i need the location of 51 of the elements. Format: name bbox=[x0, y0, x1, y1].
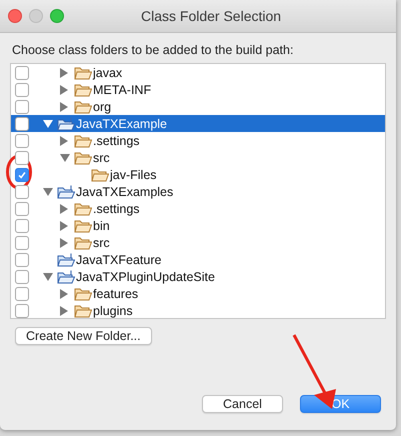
expand-arrow-icon[interactable] bbox=[60, 288, 68, 298]
checkbox[interactable] bbox=[15, 270, 29, 284]
checkbox[interactable] bbox=[15, 218, 29, 232]
folder-name: javax bbox=[93, 66, 122, 80]
expand-arrow-icon[interactable] bbox=[60, 220, 68, 230]
folder-name: META-INF bbox=[93, 82, 152, 96]
folder-name: features bbox=[93, 286, 138, 300]
folder-name: JavaTXExamples bbox=[76, 184, 174, 198]
checkbox[interactable] bbox=[15, 134, 29, 148]
folder-name: jav-Files bbox=[110, 168, 157, 182]
expand-arrow-icon[interactable] bbox=[60, 136, 68, 146]
window-title: Class Folder Selection bbox=[141, 8, 282, 24]
checkbox[interactable] bbox=[15, 202, 29, 216]
folder-name: JavaTXPluginUpdateSite bbox=[76, 270, 215, 284]
collapse-arrow-icon[interactable] bbox=[43, 120, 53, 128]
selected-tree-row[interactable]: JavaTXExample bbox=[11, 115, 385, 132]
folder-name: src bbox=[93, 150, 110, 164]
zoom-button[interactable] bbox=[50, 9, 64, 23]
collapse-arrow-icon[interactable] bbox=[43, 188, 53, 196]
close-button[interactable] bbox=[8, 9, 22, 23]
checkbox[interactable] bbox=[15, 150, 29, 164]
cancel-button[interactable]: Cancel bbox=[202, 395, 283, 413]
checkbox[interactable] bbox=[15, 66, 29, 80]
folder-name: plugins bbox=[93, 304, 133, 318]
folder-name: .settings bbox=[93, 134, 140, 148]
expand-arrow-icon[interactable] bbox=[60, 68, 68, 78]
checkbox[interactable] bbox=[15, 184, 29, 198]
annotation-circle bbox=[5, 154, 33, 190]
checkbox[interactable] bbox=[15, 168, 29, 182]
expand-arrow-icon[interactable] bbox=[60, 204, 68, 214]
checkbox[interactable] bbox=[15, 116, 29, 130]
folder-name: bin bbox=[93, 218, 110, 232]
checkbox[interactable] bbox=[15, 100, 29, 114]
collapse-arrow-icon[interactable] bbox=[60, 154, 70, 162]
checkbox[interactable] bbox=[15, 304, 29, 318]
folder-name: .settings bbox=[93, 202, 140, 216]
prompt-text: Choose class folders to be added to the build path: bbox=[12, 43, 294, 57]
expand-arrow-icon[interactable] bbox=[60, 238, 68, 248]
expand-arrow-icon[interactable] bbox=[60, 306, 68, 316]
folder-name: JavaTXFeature bbox=[76, 252, 162, 266]
expand-arrow-icon[interactable] bbox=[60, 84, 68, 94]
expand-arrow-icon[interactable] bbox=[60, 102, 68, 112]
folder-name: src bbox=[93, 236, 110, 250]
checkbox[interactable] bbox=[15, 286, 29, 300]
create-folder-button[interactable]: Create New Folder... bbox=[15, 327, 152, 345]
checkbox[interactable] bbox=[15, 82, 29, 96]
checkbox[interactable] bbox=[15, 252, 29, 266]
checkmark-icon bbox=[17, 170, 27, 180]
collapse-arrow-icon[interactable] bbox=[43, 272, 53, 280]
checkbox[interactable] bbox=[15, 236, 29, 250]
folder-name: org bbox=[93, 100, 112, 114]
